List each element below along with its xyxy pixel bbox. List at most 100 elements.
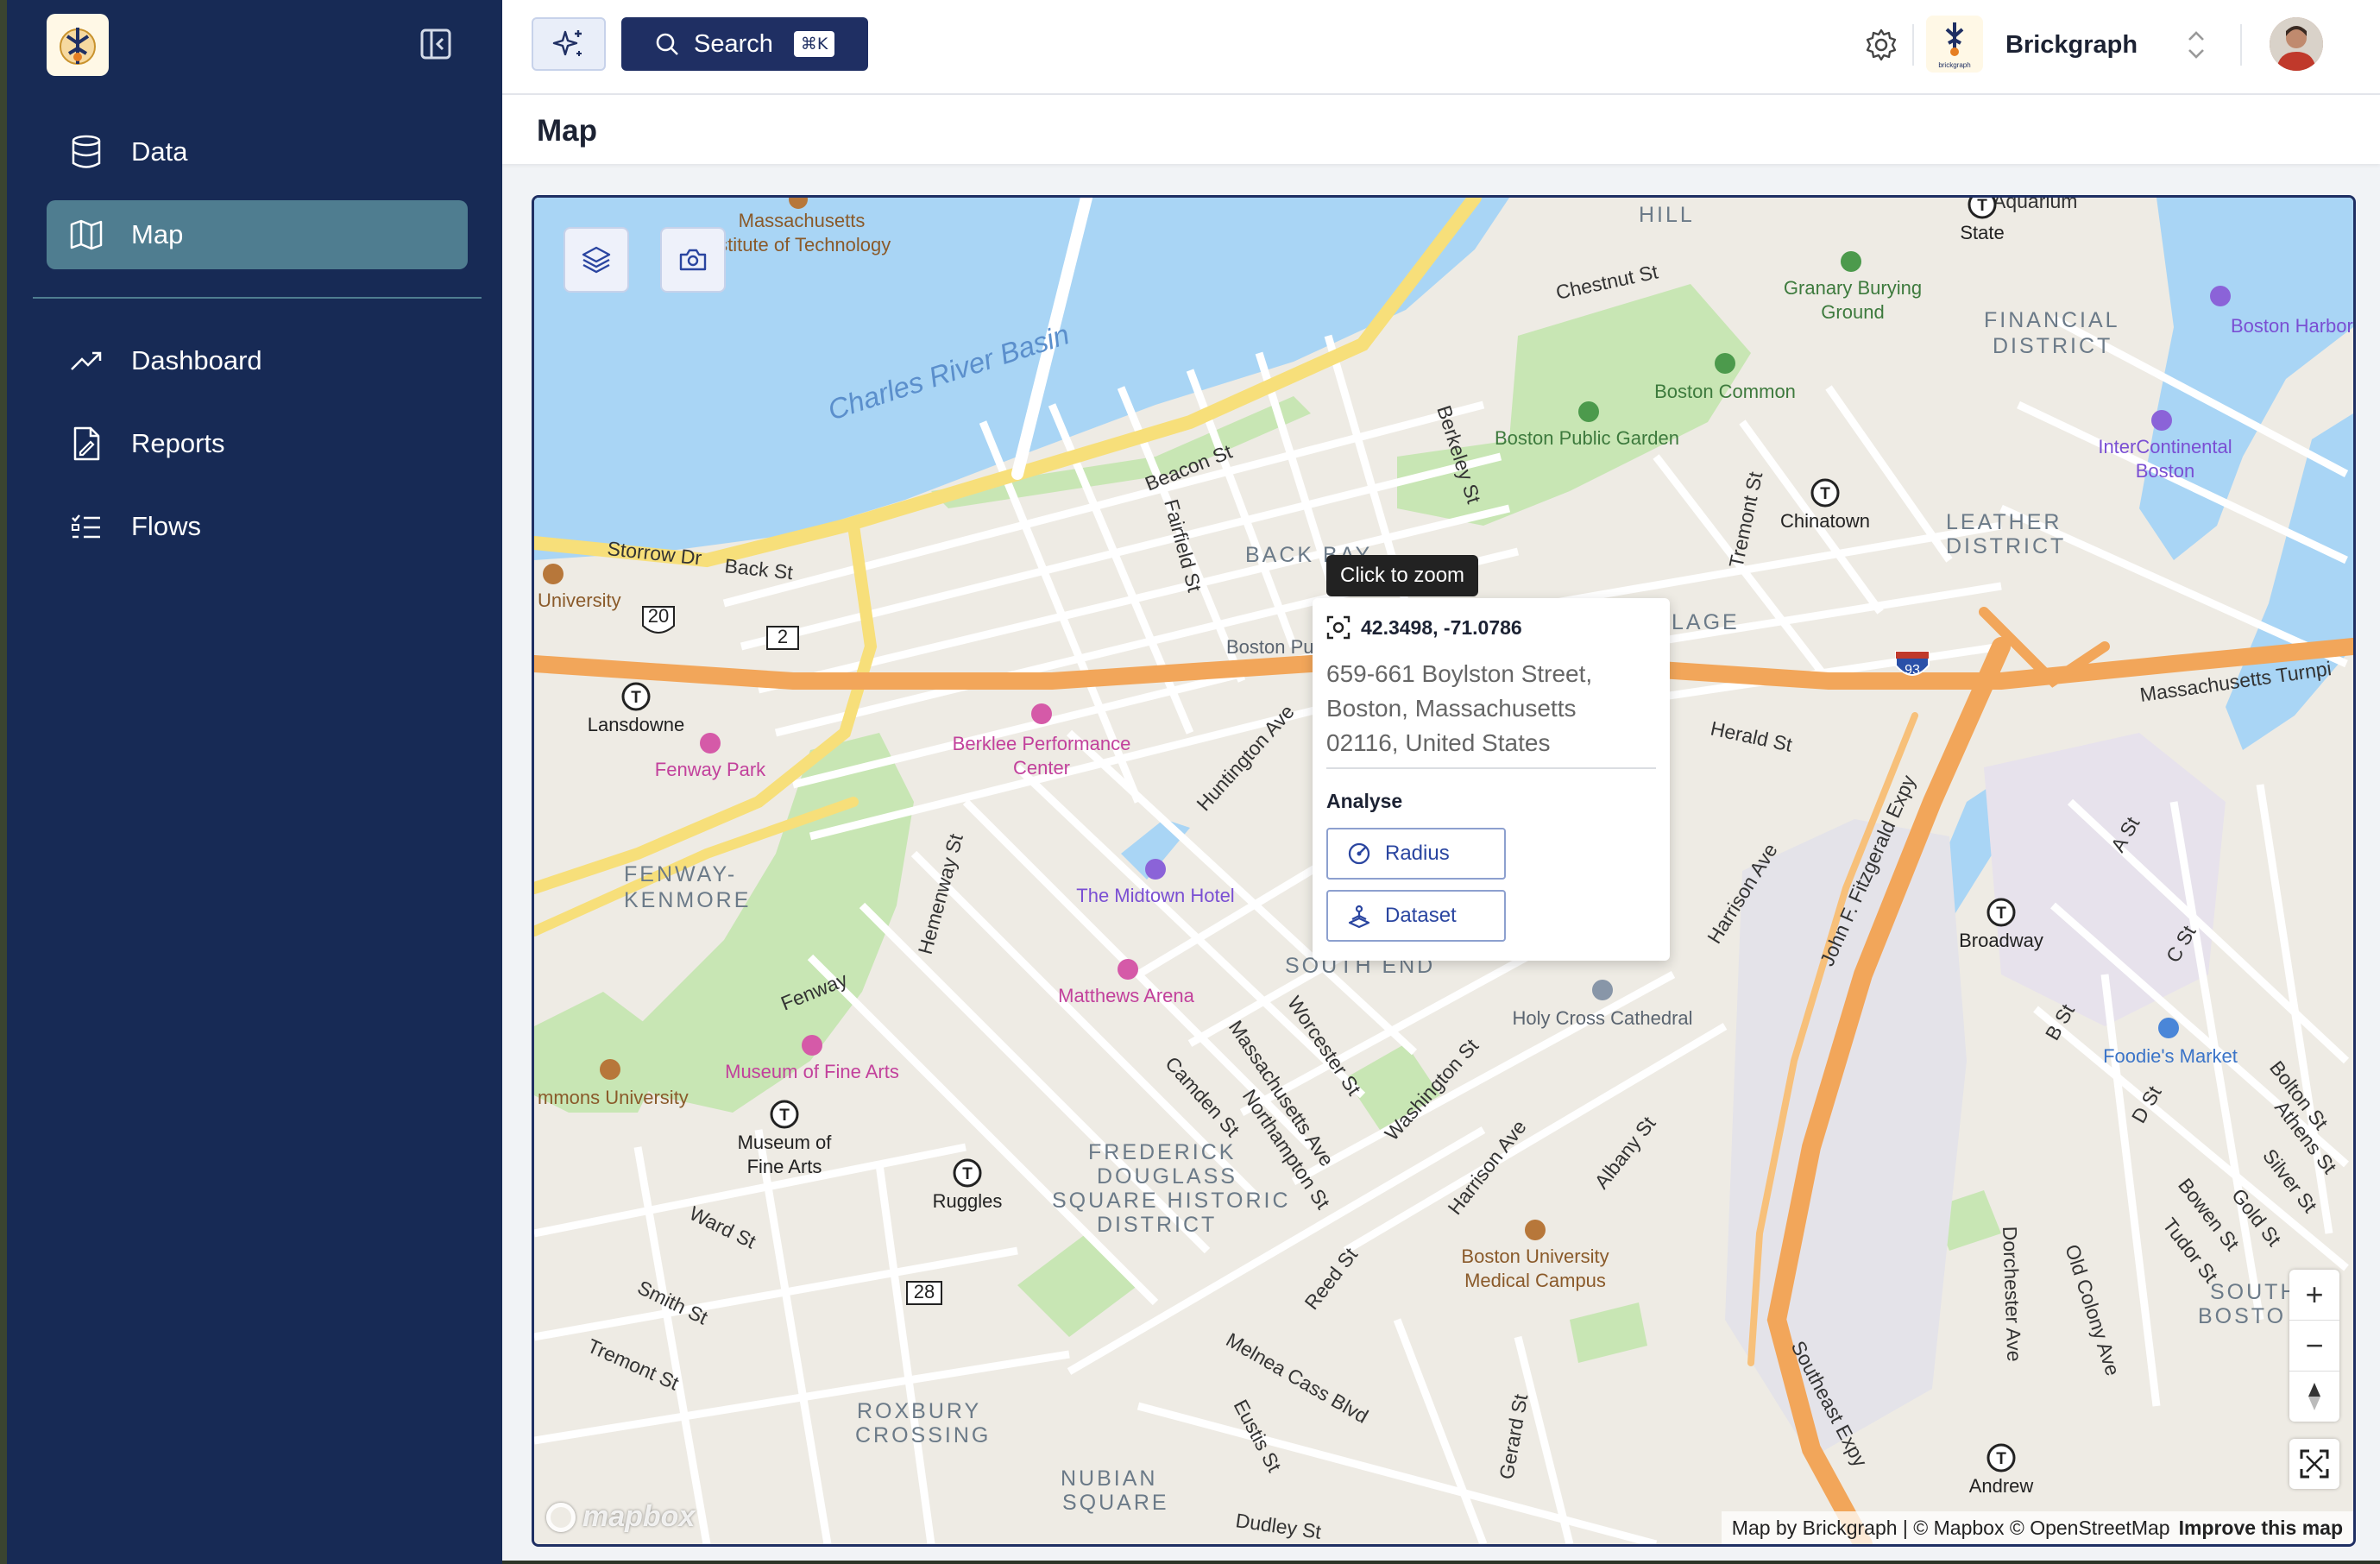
svg-text:Massachusetts: Massachusetts bbox=[739, 210, 866, 231]
svg-text:2: 2 bbox=[778, 626, 788, 647]
svg-text:FINANCIAL: FINANCIAL bbox=[1984, 308, 2120, 332]
sidebar-item-label: Map bbox=[131, 219, 184, 249]
svg-text:KENMORE: KENMORE bbox=[624, 888, 751, 912]
svg-text:T: T bbox=[1996, 905, 2006, 923]
svg-text:mmons University: mmons University bbox=[538, 1087, 689, 1108]
sidebar-item-reports[interactable]: Reports bbox=[47, 409, 468, 478]
svg-text:Fenway Park: Fenway Park bbox=[655, 759, 766, 780]
route-shield-28: 28 bbox=[906, 1281, 942, 1305]
screenshot-button[interactable] bbox=[660, 227, 726, 293]
list-checks-icon bbox=[69, 509, 104, 544]
sidebar-item-data[interactable]: Data bbox=[47, 117, 468, 186]
svg-text:Matthews Arena: Matthews Arena bbox=[1058, 985, 1195, 1006]
search-button[interactable]: Search ⌘K bbox=[621, 17, 868, 71]
sidebar-item-dashboard[interactable]: Dashboard bbox=[47, 326, 468, 395]
dataset-button[interactable]: Dataset bbox=[1326, 890, 1506, 942]
svg-text:Chinatown: Chinatown bbox=[1780, 510, 1870, 532]
svg-text:Dorchester Ave: Dorchester Ave bbox=[1999, 1226, 2025, 1362]
svg-text:CROSSING: CROSSING bbox=[855, 1423, 991, 1447]
svg-text:Boston Common: Boston Common bbox=[1654, 381, 1796, 402]
compass-button[interactable] bbox=[2289, 1372, 2339, 1422]
location-popup: 42.3498, -71.0786 659-661 Boylston Stree… bbox=[1313, 598, 1670, 961]
svg-text:BOSTO: BOSTO bbox=[2198, 1304, 2286, 1328]
app-logo[interactable] bbox=[47, 14, 109, 76]
zoom-out-button[interactable]: − bbox=[2289, 1321, 2339, 1372]
svg-text:Medical Campus: Medical Campus bbox=[1464, 1270, 1606, 1291]
sidebar-item-map[interactable]: Map bbox=[47, 200, 468, 269]
sidebar-item-label: Dashboard bbox=[131, 345, 262, 375]
attribution-text[interactable]: Map by Brickgraph | © Mapbox © OpenStree… bbox=[1732, 1517, 2170, 1540]
svg-text:Berklee Performance: Berklee Performance bbox=[953, 733, 1131, 754]
search-label: Search bbox=[694, 29, 773, 58]
panel-left-collapse-icon[interactable] bbox=[419, 28, 452, 60]
svg-text:Broadway: Broadway bbox=[1959, 930, 2043, 951]
svg-text:Museum of: Museum of bbox=[738, 1132, 833, 1153]
svg-text:Boston Public Garden: Boston Public Garden bbox=[1495, 427, 1679, 449]
popup-coordinates-text: 42.3498, -71.0786 bbox=[1361, 615, 1522, 639]
popup-divider bbox=[1326, 767, 1656, 769]
ai-assistant-button[interactable] bbox=[532, 17, 606, 71]
svg-text:Foodie's Market: Foodie's Market bbox=[2103, 1045, 2238, 1067]
dataset-label: Dataset bbox=[1385, 904, 1457, 927]
svg-text:LAGE: LAGE bbox=[1672, 610, 1740, 634]
radius-label: Radius bbox=[1385, 842, 1450, 865]
svg-text:LEATHER: LEATHER bbox=[1946, 510, 2062, 534]
gear-icon[interactable] bbox=[1864, 28, 1898, 62]
layers-button[interactable] bbox=[564, 227, 629, 293]
zoom-controls: + − bbox=[2289, 1270, 2339, 1422]
svg-text:93: 93 bbox=[1905, 663, 1920, 678]
svg-text:DOUGLASS: DOUGLASS bbox=[1097, 1164, 1237, 1189]
svg-text:T: T bbox=[779, 1107, 790, 1125]
svg-text:Museum of Fine Arts: Museum of Fine Arts bbox=[725, 1061, 899, 1082]
org-logo-text: brickgraph bbox=[1938, 61, 1970, 69]
mapbox-logo-text: mapbox bbox=[582, 1500, 696, 1533]
svg-text:Ruggles: Ruggles bbox=[933, 1190, 1003, 1212]
popup-address-line: 659-661 Boylston Street, bbox=[1326, 660, 1593, 687]
mapbox-logo[interactable]: mapbox bbox=[546, 1500, 695, 1534]
avatar[interactable] bbox=[2270, 17, 2323, 71]
map-attribution: Map by Brickgraph | © Mapbox © OpenStree… bbox=[1721, 1511, 2353, 1544]
fullscreen-button[interactable] bbox=[2289, 1439, 2339, 1489]
svg-text:Boston: Boston bbox=[2136, 460, 2195, 482]
svg-text:InterContinental: InterContinental bbox=[2098, 436, 2232, 457]
svg-text:Boston Pu: Boston Pu bbox=[1226, 636, 1314, 658]
compass-icon bbox=[2308, 1383, 2320, 1410]
sidebar-item-label: Flows bbox=[131, 511, 201, 541]
svg-text:Andrew: Andrew bbox=[1969, 1475, 2034, 1497]
svg-text:Lansdowne: Lansdowne bbox=[588, 714, 685, 735]
sidebar: Data Map Dashboard Reports Flows bbox=[7, 0, 502, 1564]
sidebar-divider bbox=[33, 297, 482, 299]
svg-text:NUBIAN: NUBIAN bbox=[1061, 1466, 1157, 1491]
svg-text:FREDERICK: FREDERICK bbox=[1088, 1140, 1236, 1164]
sidebar-item-flows[interactable]: Flows bbox=[47, 492, 468, 561]
topbar-divider bbox=[2240, 24, 2242, 66]
svg-text:T: T bbox=[1977, 198, 1987, 215]
chevron-up-down-icon[interactable] bbox=[2183, 26, 2209, 64]
window-edge bbox=[0, 0, 7, 1564]
svg-text:Fine Arts: Fine Arts bbox=[747, 1156, 822, 1177]
svg-text:University: University bbox=[538, 590, 621, 611]
radius-button[interactable]: Radius bbox=[1326, 828, 1506, 880]
analyse-heading: Analyse bbox=[1326, 790, 1403, 812]
svg-text:DISTRICT: DISTRICT bbox=[1993, 334, 2112, 358]
svg-text:Aquarium: Aquarium bbox=[1993, 198, 2077, 212]
improve-map-link[interactable]: Improve this map bbox=[2179, 1517, 2343, 1540]
svg-text:State: State bbox=[1960, 222, 2004, 243]
page-header: Map bbox=[502, 95, 2380, 164]
svg-text:FENWAY-: FENWAY- bbox=[624, 862, 737, 886]
svg-text:T: T bbox=[631, 689, 641, 707]
topbar-divider bbox=[1912, 24, 1914, 66]
svg-text:Institute of Technology: Institute of Technology bbox=[702, 234, 891, 255]
svg-text:T: T bbox=[1996, 1450, 2006, 1468]
main-area: Search ⌘K brickgraph Brickgraph Map 20 2… bbox=[502, 0, 2380, 1561]
map-canvas[interactable]: 20 2 93 28 Charles River Basin HILL FINA… bbox=[532, 195, 2356, 1547]
dataset-icon bbox=[1347, 904, 1371, 928]
zoom-in-button[interactable]: + bbox=[2289, 1270, 2339, 1321]
org-logo: brickgraph bbox=[1926, 16, 1983, 73]
popup-coordinates[interactable]: 42.3498, -71.0786 bbox=[1326, 615, 1522, 640]
svg-text:Boston Harbor Hotel: Boston Harbor Hotel bbox=[2231, 315, 2353, 337]
svg-text:SQUARE: SQUARE bbox=[1062, 1491, 1169, 1515]
svg-text:Holy Cross Cathedral: Holy Cross Cathedral bbox=[1512, 1007, 1692, 1029]
route-shield-20: 20 bbox=[642, 605, 675, 634]
svg-text:ROXBURY: ROXBURY bbox=[857, 1399, 981, 1423]
